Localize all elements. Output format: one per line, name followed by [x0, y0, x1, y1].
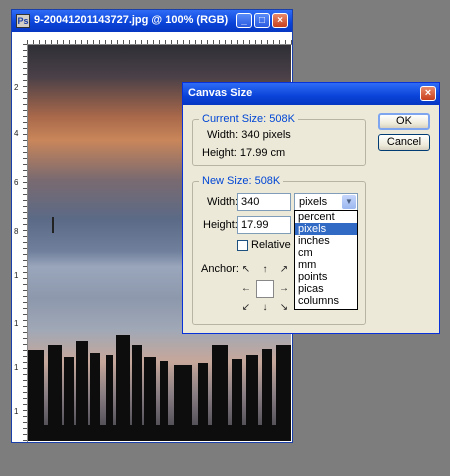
maximize-button[interactable]: □	[254, 13, 270, 28]
anchor-label: Anchor:	[201, 263, 239, 275]
ruler-label: 1	[14, 363, 19, 372]
vertical-ruler[interactable]: 2 4 6 8 1 1 1 1	[12, 44, 28, 442]
anchor-n-arrow-icon[interactable]: ↑	[256, 261, 274, 279]
unit-option-points[interactable]: points	[295, 271, 357, 283]
anchor-sw-arrow-icon[interactable]: ↙	[237, 299, 255, 317]
unit-option-inches[interactable]: inches	[295, 235, 357, 247]
unit-select-value: pixels	[299, 196, 328, 208]
anchor-s-arrow-icon[interactable]: ↓	[256, 299, 274, 317]
close-button[interactable]: ×	[272, 13, 288, 28]
minimize-button[interactable]: _	[236, 13, 252, 28]
dialog-title: Canvas Size	[188, 87, 253, 99]
current-size-legend: Current Size: 508K	[199, 113, 298, 125]
new-size-legend: New Size: 508K	[199, 175, 284, 187]
anchor-grid[interactable]: ↖ ↑ ↗ ← → ↙ ↓ ↘	[237, 261, 294, 318]
canvas-size-dialog[interactable]: Canvas Size × Current Size: 508K Width: …	[182, 82, 440, 334]
ok-button[interactable]: OK	[378, 113, 430, 130]
ruler-label: 6	[14, 178, 19, 187]
current-height-text: Height: 17.99 cm	[202, 147, 286, 159]
ruler-label: 4	[14, 129, 19, 138]
document-title-bar[interactable]: Ps 9-20041201143727.jpg @ 100% (RGB) _ □…	[12, 10, 292, 32]
unit-option-mm[interactable]: mm	[295, 259, 357, 271]
cancel-button[interactable]: Cancel	[378, 134, 430, 151]
anchor-ne-arrow-icon[interactable]: ↗	[275, 261, 293, 279]
height-label: Height:	[203, 219, 238, 231]
current-width-text: Width: 340 pixels	[207, 129, 291, 141]
unit-option-percent[interactable]: percent	[295, 211, 357, 223]
unit-option-columns[interactable]: columns	[295, 295, 357, 307]
anchor-se-arrow-icon[interactable]: ↘	[275, 299, 293, 317]
anchor-center-cell[interactable]	[256, 280, 274, 298]
ruler-label: 1	[14, 271, 19, 280]
dialog-close-button[interactable]: ×	[420, 86, 436, 101]
horizontal-ruler[interactable]	[27, 32, 292, 45]
photoshop-document-icon: Ps	[16, 14, 30, 28]
ruler-label: 1	[14, 319, 19, 328]
height-field[interactable]: 17.99	[237, 216, 291, 234]
unit-option-pixels[interactable]: pixels	[295, 223, 357, 235]
chevron-down-icon[interactable]: ▼	[342, 195, 356, 209]
anchor-nw-arrow-icon[interactable]: ↖	[237, 261, 255, 279]
ruler-label: 8	[14, 227, 19, 236]
anchor-e-arrow-icon[interactable]: →	[275, 280, 293, 298]
current-size-group: Current Size: 508K Width: 340 pixels Hei…	[192, 113, 366, 166]
width-label: Width:	[207, 196, 239, 208]
ruler-label: 2	[14, 83, 19, 92]
unit-dropdown-list[interactable]: percent pixels inches cm mm points picas…	[294, 210, 358, 310]
document-title: 9-20041201143727.jpg @ 100% (RGB)	[34, 14, 229, 26]
unit-option-cm[interactable]: cm	[295, 247, 357, 259]
ruler-label: 1	[14, 407, 19, 416]
relative-checkbox[interactable]	[237, 240, 248, 251]
anchor-w-arrow-icon[interactable]: ←	[237, 280, 255, 298]
width-field[interactable]: 340	[237, 193, 291, 211]
relative-label: Relative	[251, 239, 291, 251]
unit-select[interactable]: pixels ▼	[294, 193, 358, 211]
dialog-title-bar[interactable]: Canvas Size ×	[183, 83, 439, 105]
unit-option-picas[interactable]: picas	[295, 283, 357, 295]
